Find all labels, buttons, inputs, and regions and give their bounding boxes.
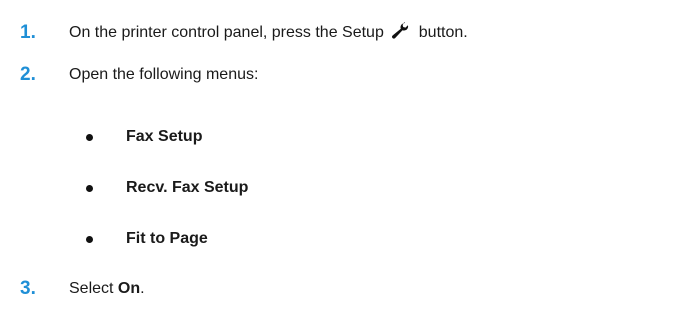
step-2: 2. Open the following menus:: [0, 60, 673, 90]
step-text: Select On.: [69, 274, 145, 304]
menu-item-fax-setup: Fax Setup: [0, 122, 673, 152]
wrench-icon: [392, 22, 409, 39]
step-text-after: button.: [418, 24, 468, 41]
instruction-steps: 1. On the printer control panel, press t…: [0, 0, 673, 314]
step-text-after: .: [140, 280, 145, 297]
step-1: 1. On the printer control panel, press t…: [0, 18, 673, 48]
bullet-icon: [86, 185, 93, 192]
option-value: On: [117, 280, 141, 297]
menu-name: Recv. Fax Setup: [126, 179, 249, 196]
menu-item-recv-fax-setup: Recv. Fax Setup: [0, 173, 673, 203]
step-3: 3. Select On.: [0, 274, 673, 304]
step-number: 2.: [20, 64, 36, 85]
step-text-before: Select: [69, 280, 114, 297]
step-number: 1.: [20, 22, 36, 43]
step-text: Open the following menus:: [69, 66, 259, 83]
step-number: 3.: [20, 278, 36, 299]
menu-name: Fit to Page: [126, 230, 208, 247]
step-text-before: On the printer control panel, press the …: [69, 24, 384, 41]
menu-name: Fax Setup: [126, 128, 203, 145]
bullet-icon: [86, 134, 93, 141]
bullet-icon: [86, 236, 93, 243]
menu-item-fit-to-page: Fit to Page: [0, 224, 673, 254]
step-text: On the printer control panel, press the …: [69, 18, 468, 48]
